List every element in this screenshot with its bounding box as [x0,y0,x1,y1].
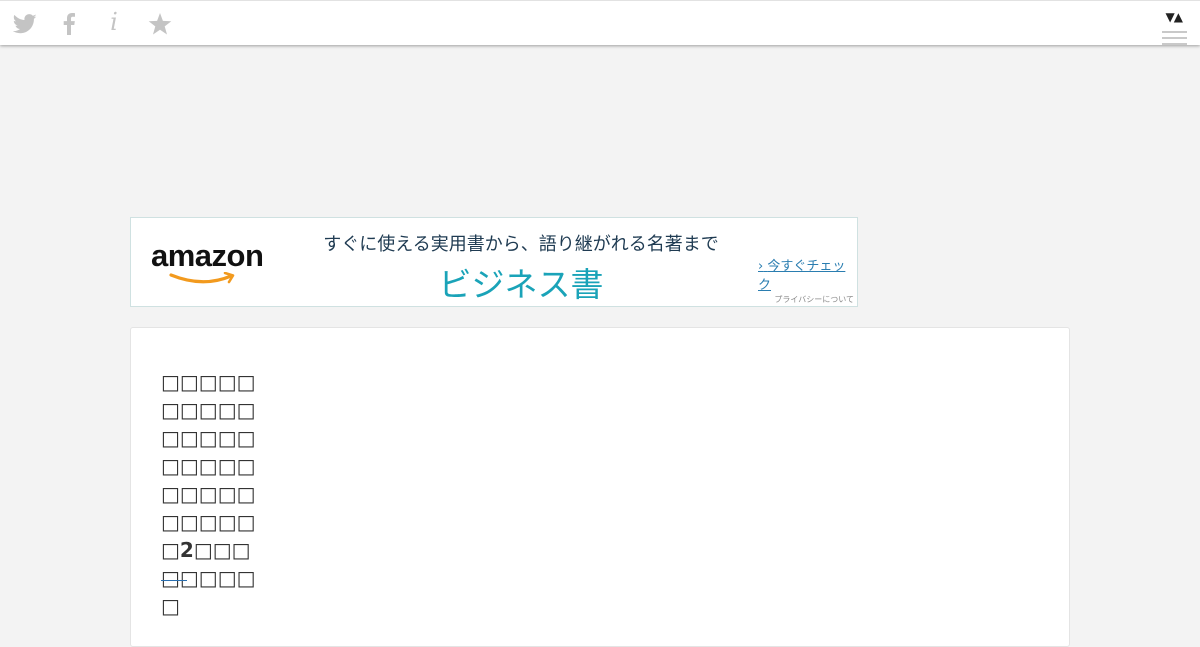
amazon-smile-icon [169,272,235,284]
ad-cta-label: 今すぐチェック [758,259,846,293]
ad-headline: ビジネス書 [438,265,604,304]
article-title: □□□□□□□□□□□□□□□□□□□□□□□□□□□□□□□2□□□□□□□□… [161,370,256,618]
ad-tagline: すぐに使える実用書から、語り継がれる名著まで [323,234,719,255]
title-divider [161,580,187,581]
top-toolbar: i ▼▲ [0,0,1200,45]
menu-line [1162,37,1187,39]
twitter-icon[interactable] [12,11,38,37]
amazon-ad-banner[interactable]: amazon すぐに使える実用書から、語り継がれる名著まで ビジネス書 › 今す… [130,217,858,307]
menu-line [1162,43,1187,45]
article-card: □□□□□□□□□□□□□□□□□□□□□□□□□□□□□□□2□□□□□□□□… [130,327,1070,647]
star-icon[interactable] [147,11,173,37]
facebook-icon[interactable] [56,11,82,37]
menu-line [1162,31,1187,33]
menu-icon[interactable] [1162,31,1187,49]
info-icon[interactable]: i [101,8,127,36]
chevron-right-icon: › [758,259,764,274]
ad-privacy-link[interactable]: プライバシーについて [774,294,854,305]
scroll-toggle-icon[interactable]: ▼▲ [1166,10,1183,24]
amazon-logo: amazon [151,238,264,273]
ad-cta-link[interactable]: › 今すぐチェック [758,255,857,293]
